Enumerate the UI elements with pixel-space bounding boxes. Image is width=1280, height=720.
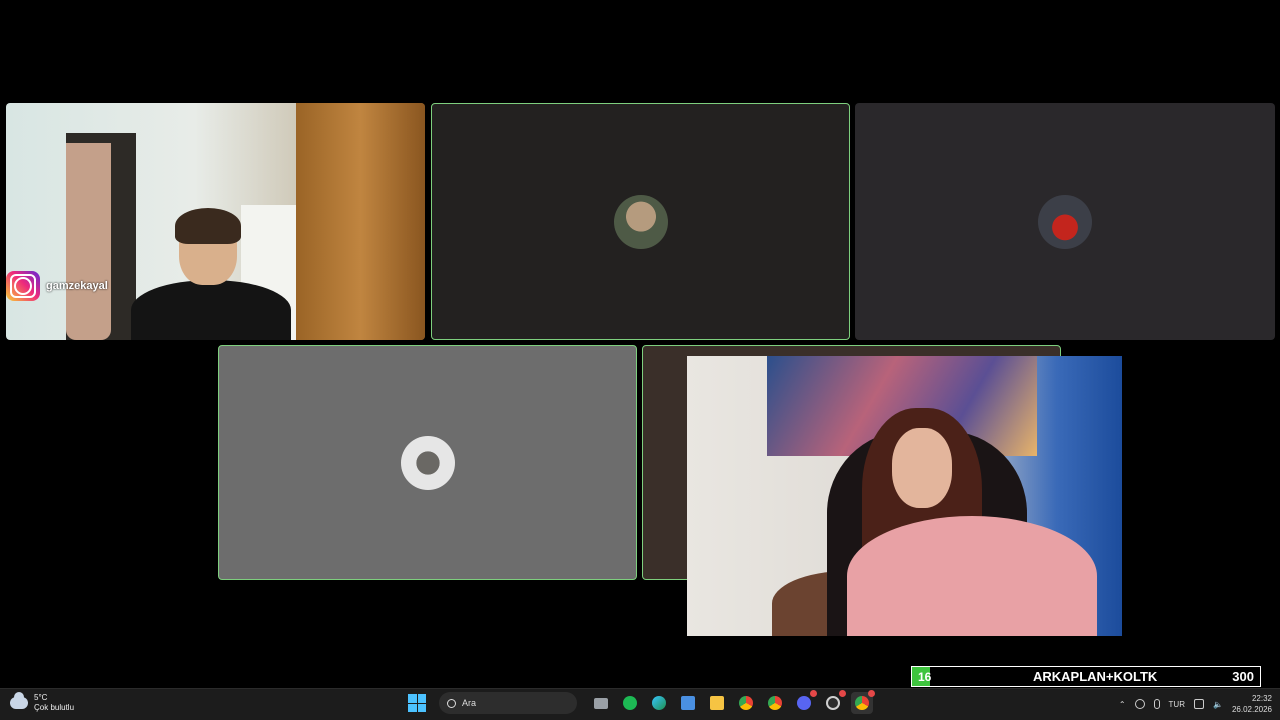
task-view-icon[interactable]	[590, 692, 612, 714]
streamer-webcam	[687, 356, 1122, 636]
discord-icon[interactable]	[793, 690, 817, 714]
file-explorer-icon[interactable]	[706, 692, 728, 714]
participant-tile-webcam[interactable]: gamzekayal	[6, 103, 425, 340]
spotify-icon[interactable]	[619, 692, 641, 714]
cloud-icon	[10, 692, 28, 709]
search-icon	[447, 698, 456, 708]
search-placeholder: Ara	[462, 698, 477, 708]
settings-icon[interactable]	[822, 690, 846, 714]
notification-badge	[868, 690, 875, 697]
chrome-icon[interactable]	[735, 692, 757, 714]
clock-date: 26.02.2026	[1231, 705, 1272, 714]
participant-tile-2[interactable]	[431, 103, 850, 340]
cabinet-background	[296, 103, 425, 340]
participant-avatar	[613, 194, 668, 249]
weather-condition: Çok bulutlu	[34, 703, 75, 712]
chrome-active-icon[interactable]	[851, 690, 875, 714]
volume-icon[interactable]: 🔈	[1213, 700, 1223, 709]
participant-video	[131, 208, 291, 340]
sync-icon[interactable]	[1134, 699, 1145, 709]
participant-avatar	[400, 435, 455, 490]
edge-icon[interactable]	[648, 692, 670, 714]
store-icon[interactable]	[677, 692, 699, 714]
microphone-icon[interactable]	[1153, 699, 1160, 709]
notification-badge	[839, 690, 846, 697]
goal-current: 16	[918, 669, 932, 684]
clock[interactable]: 22:32 26.02.2026	[1232, 693, 1272, 715]
towel-background	[66, 143, 111, 340]
participant-tile-4[interactable]	[218, 345, 637, 580]
streamer-face	[892, 428, 952, 508]
chevron-up-icon[interactable]: ⌃	[1119, 700, 1126, 709]
taskbar-search[interactable]: Ara	[439, 692, 577, 714]
participant-avatar	[1038, 194, 1092, 249]
system-tray: ⌃ TUR 🔈 22:32 26.02.2026	[1119, 693, 1272, 715]
taskbar-center: Ara	[408, 690, 875, 714]
instagram-handle: gamzekayal	[46, 280, 108, 292]
taskbar: 5°C Çok bulutlu Ara ⌃ TUR 🔈 22:32 26.02.…	[0, 688, 1280, 720]
instagram-overlay: gamzekayal	[6, 271, 108, 301]
chrome-profile-icon[interactable]	[764, 692, 786, 714]
goal-max: 300	[1232, 669, 1254, 684]
windows-start-icon[interactable]	[408, 694, 426, 712]
goal-label: ARKAPLAN+KOLTK	[1032, 669, 1158, 684]
language-indicator[interactable]: TUR	[1169, 700, 1185, 709]
streamer-body	[847, 516, 1097, 636]
participant-tile-3[interactable]	[855, 103, 1275, 340]
weather-widget[interactable]: 5°C Çok bulutlu	[10, 692, 75, 713]
instagram-icon	[6, 271, 40, 301]
notification-badge	[810, 690, 817, 697]
weather-temp: 5°C	[34, 693, 48, 702]
donation-goal-bar: 16 ARKAPLAN+KOLTK 300	[911, 666, 1261, 687]
network-icon[interactable]	[1193, 699, 1204, 709]
clock-time: 22:32	[1251, 694, 1272, 703]
